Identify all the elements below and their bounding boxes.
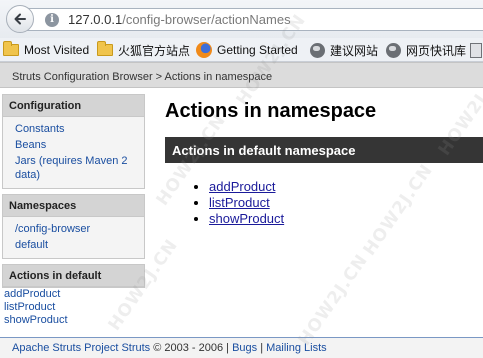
sidebar-namespaces-title: Namespaces xyxy=(3,195,144,217)
back-button[interactable] xyxy=(6,5,34,33)
action-link-add-product[interactable]: addProduct xyxy=(209,179,276,194)
footer-separator: | xyxy=(257,342,267,354)
list-item: addProduct xyxy=(209,179,483,195)
sidebar: Configuration Constants Beans Jars (requ… xyxy=(2,94,145,327)
footer: Apache Struts Project Struts © 2003 - 20… xyxy=(0,337,483,358)
sidebar-actions-list: addProduct listProduct showProduct xyxy=(2,288,145,327)
site-info-icon[interactable]: i xyxy=(45,13,59,27)
list-item: listProduct xyxy=(209,195,483,211)
action-link-list-product[interactable]: listProduct xyxy=(209,195,270,210)
sidebar-link-config-browser[interactable]: /config-browser xyxy=(15,221,138,237)
globe-icon xyxy=(386,42,401,58)
main-content: Actions in namespace Actions in default … xyxy=(165,100,483,227)
page-content: Struts Configuration Browser > Actions i… xyxy=(0,62,483,358)
footer-copyright: © 2003 - 2006 | xyxy=(150,342,233,354)
folder-icon xyxy=(3,41,19,56)
globe-icon xyxy=(310,42,325,58)
sidebar-link-constants[interactable]: Constants xyxy=(15,121,138,137)
action-list: addProduct listProduct showProduct xyxy=(165,179,483,227)
bookmark-firefox-official[interactable]: 火狐官方站点 xyxy=(97,41,190,59)
sidebar-configuration-title: Configuration xyxy=(3,95,144,117)
sidebar-actions: Actions in default xyxy=(2,264,145,288)
folder-icon xyxy=(97,41,113,56)
sidebar-action-add-product[interactable]: addProduct xyxy=(4,288,145,301)
firefox-icon xyxy=(196,42,212,58)
sidebar-link-jars[interactable]: Jars (requires Maven 2 data) xyxy=(15,153,138,183)
url-path: /config-browser/actionNames xyxy=(122,12,291,27)
sidebar-configuration: Configuration Constants Beans Jars (requ… xyxy=(2,94,145,189)
url-text[interactable]: 127.0.0.1/config-browser/actionNames xyxy=(68,12,291,27)
list-item: showProduct xyxy=(209,211,483,227)
url-host: 127.0.0.1 xyxy=(68,12,123,27)
bookmarks-toolbar: Most Visited 火狐官方站点 Getting Started 建议网站… xyxy=(0,38,483,62)
bookmark-suggested-sites[interactable]: 建议网站 xyxy=(310,41,378,59)
sidebar-actions-title: Actions in default xyxy=(3,265,144,287)
footer-link-struts[interactable]: Apache Struts Project Struts xyxy=(12,342,150,354)
footer-link-bugs[interactable]: Bugs xyxy=(232,342,257,354)
bookmark-label: Getting Started xyxy=(217,43,298,57)
browser-toolbar: i 127.0.0.1/config-browser/actionNames xyxy=(0,0,483,38)
bookmark-label: 火狐官方站点 xyxy=(118,43,191,58)
action-link-show-product[interactable]: showProduct xyxy=(209,211,284,226)
bookmark-label: 网页快讯库 xyxy=(406,43,467,58)
bookmark-getting-started[interactable]: Getting Started xyxy=(196,41,298,59)
bookmark-label: Most Visited xyxy=(24,43,90,57)
bookmark-most-visited[interactable]: Most Visited xyxy=(3,41,89,59)
sidebar-link-beans[interactable]: Beans xyxy=(15,137,138,153)
address-bar[interactable]: i 127.0.0.1/config-browser/actionNames xyxy=(24,8,483,31)
sidebar-link-default[interactable]: default xyxy=(15,237,138,253)
breadcrumb: Struts Configuration Browser > Actions i… xyxy=(0,62,483,88)
bookmark-label: 建议网站 xyxy=(330,43,379,58)
sidebar-action-list-product[interactable]: listProduct xyxy=(4,301,145,314)
sidebar-namespaces: Namespaces /config-browser default xyxy=(2,194,145,259)
back-arrow-icon xyxy=(14,13,26,25)
bookmark-web-slice[interactable]: 网页快讯库 xyxy=(386,41,466,59)
section-title: Actions in default namespace xyxy=(165,137,483,163)
page-title: Actions in namespace xyxy=(165,100,377,122)
page-icon xyxy=(470,42,482,58)
footer-link-mailing-lists[interactable]: Mailing Lists xyxy=(266,342,327,354)
sidebar-action-show-product[interactable]: showProduct xyxy=(4,314,145,327)
bookmark-overflow[interactable] xyxy=(470,41,483,59)
